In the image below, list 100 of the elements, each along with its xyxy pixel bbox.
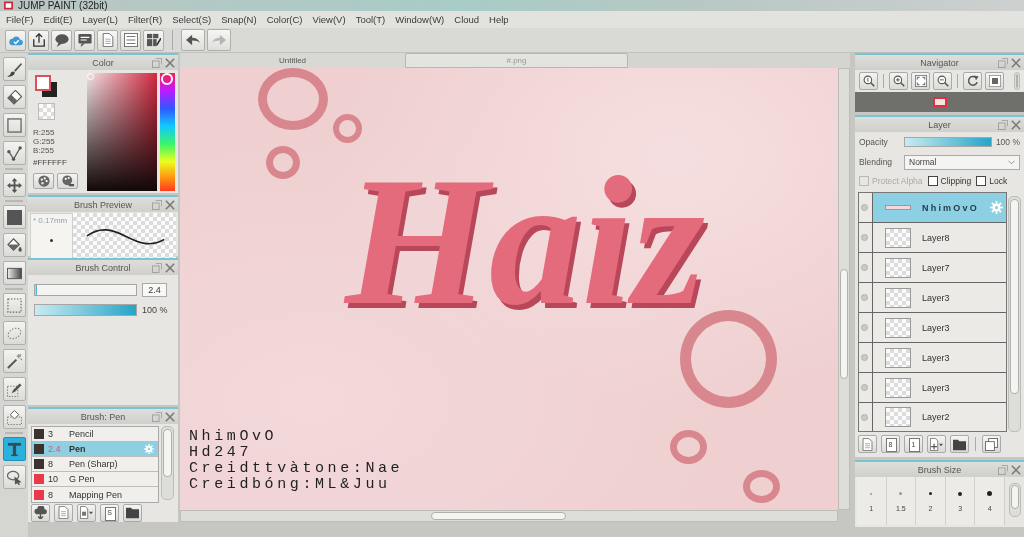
layer-row[interactable]: Layer3 xyxy=(859,313,1006,343)
layer-row[interactable]: Layer3 xyxy=(859,373,1006,403)
scrollbar-thumb[interactable] xyxy=(431,512,566,520)
scrollbar[interactable] xyxy=(1008,196,1021,432)
close-icon[interactable] xyxy=(165,199,175,210)
close-icon[interactable] xyxy=(1011,119,1021,130)
visibility-dot-icon[interactable] xyxy=(860,413,868,421)
slider-track[interactable] xyxy=(34,284,137,296)
visibility-dot-icon[interactable] xyxy=(860,234,868,241)
visibility-dot-icon[interactable] xyxy=(860,204,868,211)
layer-row[interactable]: Layer3 xyxy=(859,343,1006,373)
layer-row[interactable]: Layer8 xyxy=(859,223,1006,253)
footer-button[interactable] xyxy=(927,435,946,453)
checkbox-label[interactable]: Lock xyxy=(989,176,1008,186)
footer-button[interactable] xyxy=(31,503,50,522)
menu-item[interactable]: Filter(R) xyxy=(122,12,168,27)
menu-item[interactable]: Help xyxy=(484,12,514,27)
navigator-button[interactable] xyxy=(933,72,952,90)
navigator-button[interactable] xyxy=(911,72,930,90)
layer-row[interactable]: Layer7 xyxy=(859,253,1006,283)
float-window-icon[interactable] xyxy=(998,464,1008,475)
tool-button[interactable] xyxy=(2,437,26,461)
footer-button[interactable] xyxy=(123,503,142,522)
navigator-button[interactable] xyxy=(985,72,1004,90)
float-window-icon[interactable] xyxy=(152,411,162,422)
visibility-dot-icon[interactable] xyxy=(860,294,868,301)
visibility-dot-icon[interactable] xyxy=(860,324,868,331)
tool-button[interactable] xyxy=(2,349,26,373)
footer-button[interactable] xyxy=(77,503,96,522)
canvas-tab[interactable]: Untitled xyxy=(180,53,405,68)
checkbox[interactable] xyxy=(976,176,987,186)
tool-button[interactable] xyxy=(2,141,26,165)
color-tool-button[interactable] xyxy=(33,173,54,189)
opacity-slider[interactable] xyxy=(903,137,992,147)
saturation-value-picker[interactable] xyxy=(86,73,158,191)
checkbox[interactable] xyxy=(927,176,938,186)
scrollbar-thumb[interactable] xyxy=(840,269,848,379)
scrollbar-thumb[interactable] xyxy=(163,429,172,477)
tool-button[interactable] xyxy=(2,405,26,429)
navigator-button[interactable] xyxy=(859,72,878,90)
toolbar-button[interactable] xyxy=(51,29,72,51)
scrollbar[interactable] xyxy=(161,426,174,500)
tool-button[interactable] xyxy=(2,173,26,197)
float-window-icon[interactable] xyxy=(152,199,162,210)
brush-row[interactable]: 2.4 Pen xyxy=(32,442,158,457)
transparent-swatch[interactable] xyxy=(38,103,55,120)
tool-button[interactable] xyxy=(2,113,26,137)
tool-button[interactable] xyxy=(2,261,26,285)
navigator-thumbnail[interactable] xyxy=(932,97,947,107)
footer-button[interactable] xyxy=(950,435,969,453)
float-window-icon[interactable] xyxy=(998,57,1008,68)
close-icon[interactable] xyxy=(165,57,175,68)
menu-item[interactable]: Layer(L) xyxy=(77,12,123,27)
menu-item[interactable]: Color(C) xyxy=(261,12,308,27)
toolbar-button[interactable] xyxy=(143,29,164,51)
menu-item[interactable]: Window(W) xyxy=(390,12,450,27)
layer-row[interactable]: Layer3 xyxy=(859,283,1006,313)
tool-button[interactable] xyxy=(2,85,26,109)
visibility-dot-icon[interactable] xyxy=(860,354,868,361)
toolbar-button[interactable] xyxy=(28,29,49,51)
layer-row[interactable]: Layer2 xyxy=(859,403,1006,431)
tool-button[interactable] xyxy=(2,465,26,489)
close-icon[interactable] xyxy=(165,262,175,273)
float-window-icon[interactable] xyxy=(152,57,162,68)
brush-row[interactable]: 8 Mapping Pen xyxy=(32,487,158,502)
brush-row[interactable]: 8 Pen (Sharp) xyxy=(32,457,158,472)
navigator-button[interactable] xyxy=(889,72,908,90)
hue-slider[interactable] xyxy=(160,73,175,191)
toolbar-button[interactable] xyxy=(97,29,118,51)
float-window-icon[interactable] xyxy=(998,119,1008,130)
scrollbar[interactable] xyxy=(838,68,850,510)
float-window-icon[interactable] xyxy=(152,262,162,273)
footer-button[interactable] xyxy=(982,435,1001,453)
value-field[interactable]: 2.4 xyxy=(142,283,167,297)
toolbar-button[interactable] xyxy=(74,29,95,51)
close-icon[interactable] xyxy=(165,411,175,422)
toolbar-button[interactable] xyxy=(120,29,141,51)
visibility-dot-icon[interactable] xyxy=(860,384,868,391)
tool-button[interactable] xyxy=(2,377,26,401)
navigator-button[interactable] xyxy=(963,72,982,90)
tool-button[interactable] xyxy=(2,233,26,257)
blending-dropdown[interactable]: Normal xyxy=(904,154,1020,170)
menu-item[interactable]: Select(S) xyxy=(167,12,217,27)
checkbox-label[interactable]: Clipping xyxy=(940,176,972,186)
scrollbar[interactable] xyxy=(1009,483,1021,517)
scrollbar-thumb[interactable] xyxy=(1011,485,1019,509)
brush-row[interactable]: 10 G Pen xyxy=(32,472,158,487)
slider-track[interactable] xyxy=(34,304,137,316)
menu-item[interactable]: Edit(E) xyxy=(38,12,78,27)
close-icon[interactable] xyxy=(1011,57,1021,68)
close-icon[interactable] xyxy=(1011,464,1021,475)
visibility-dot-icon[interactable] xyxy=(860,264,868,271)
scrollbar[interactable] xyxy=(180,510,838,522)
color-tool-button[interactable] xyxy=(57,173,78,189)
menu-item[interactable]: View(V) xyxy=(307,12,351,27)
menu-item[interactable]: Cloud xyxy=(449,12,485,27)
hue-handle[interactable] xyxy=(161,73,174,85)
layer-row[interactable]: NhimOvO xyxy=(859,193,1006,223)
menu-item[interactable]: File(F) xyxy=(1,12,39,27)
scrollbar-thumb[interactable] xyxy=(1010,199,1019,394)
